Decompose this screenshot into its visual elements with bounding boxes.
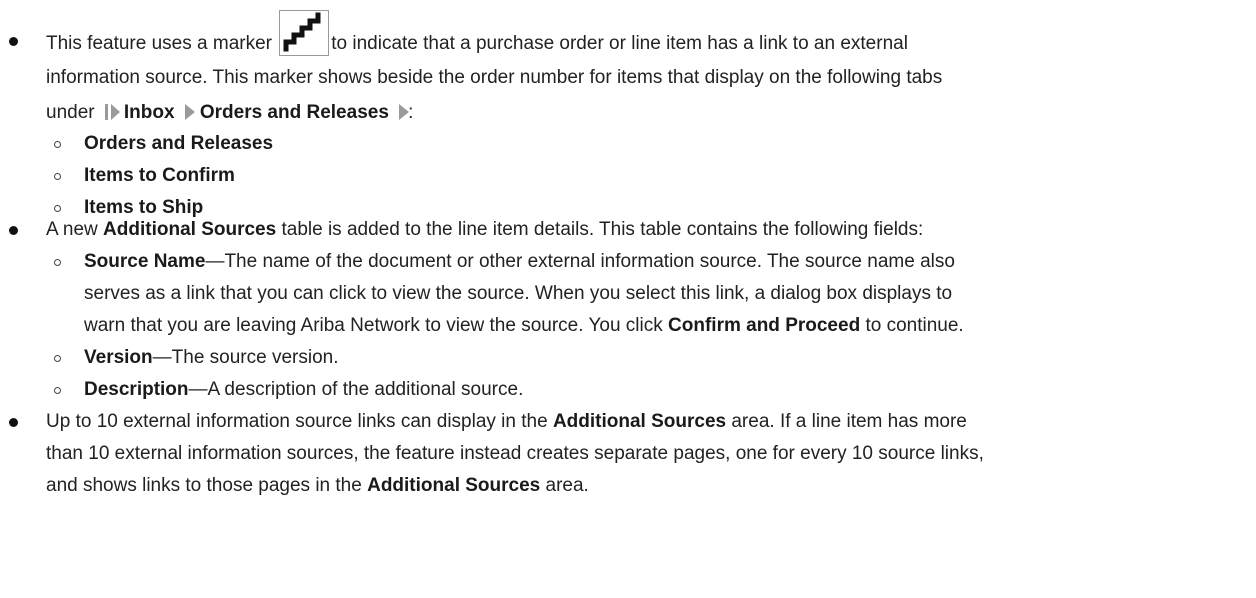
sub-item-description: Description—A description of the additio… — [0, 374, 1246, 406]
text: —The source version. — [152, 347, 339, 368]
bold-term: Additional Sources — [552, 411, 727, 432]
paragraph-line: Source Name—The name of the document or … — [84, 246, 1226, 278]
text: Up to 10 external information source lin… — [46, 411, 548, 432]
document-page: This feature uses a marker to indicate t… — [0, 0, 1256, 598]
text: —The name of the document or other exter… — [205, 251, 955, 272]
bullet-dot — [9, 418, 18, 427]
text: table is added to the line item details.… — [281, 219, 924, 240]
paragraph-line: A new Additional Sources table is added … — [46, 214, 1246, 246]
text: warn that you are leaving Ariba Network … — [84, 315, 663, 336]
field-name: Description — [84, 379, 189, 400]
text: to continue. — [865, 315, 964, 336]
paragraph-line: warn that you are leaving Ariba Network … — [84, 310, 1226, 342]
text: under — [46, 102, 95, 123]
sub-bullet — [54, 141, 61, 148]
nav-orders-releases-link[interactable]: Orders and Releases — [200, 102, 389, 123]
text: serves as a link that you can click to v… — [84, 283, 953, 304]
text: A new — [46, 219, 98, 240]
sub-bullet — [54, 355, 61, 362]
text: and shows links to those pages in the — [46, 475, 362, 496]
bullet-dot — [9, 37, 18, 46]
sub-item-source-name: Source Name—The name of the document or … — [0, 246, 1246, 342]
paragraph-line: This feature uses a marker to indicate t… — [46, 10, 1246, 60]
path-start-icon — [104, 100, 121, 120]
bullet-marker-feature: This feature uses a marker to indicate t… — [0, 10, 1256, 224]
sub-item-version: Version—The source version. — [0, 342, 1246, 374]
paragraph-line: Up to 10 external information source lin… — [46, 406, 1246, 438]
tab-name: Items to Confirm — [84, 165, 235, 186]
bold-term: Additional Sources — [367, 475, 541, 496]
tab-name: Orders and Releases — [84, 133, 274, 154]
text: area. — [545, 475, 589, 496]
bullet-additional-sources-table: A new Additional Sources table is added … — [0, 214, 1256, 406]
bullet-source-links-limit: Up to 10 external information source lin… — [0, 406, 1256, 502]
text: to indicate that a purchase order or lin… — [331, 33, 908, 54]
nav-inbox-link[interactable]: Inbox — [124, 102, 175, 123]
text: This feature uses a marker — [46, 33, 272, 54]
paragraph-line: under Inbox Orders and Releases : — [46, 97, 1246, 129]
path-separator-icon — [184, 100, 195, 120]
bullet-dot — [9, 226, 18, 235]
sub-bullet — [54, 173, 61, 180]
paragraph-line: and shows links to those pages in the Ad… — [46, 470, 1246, 502]
field-name: Version — [84, 347, 153, 368]
sub-bullet — [54, 259, 61, 266]
paragraph-line: serves as a link that you can click to v… — [84, 278, 1226, 310]
sub-item-orders-and-releases: Orders and Releases — [0, 128, 1246, 160]
sub-bullet — [54, 205, 61, 212]
field-name: Source Name — [84, 251, 206, 272]
text: —A description of the additional source. — [188, 379, 524, 400]
text: : — [408, 102, 414, 123]
text: area. If a line item has more — [731, 411, 967, 432]
staircase-marker-icon — [279, 10, 330, 56]
bold-term: Additional Sources — [103, 219, 277, 240]
paragraph-line: than 10 external information sources, th… — [46, 438, 1246, 470]
text: than 10 external information sources, th… — [46, 443, 984, 464]
button-reference: Confirm and Proceed — [668, 315, 861, 336]
sub-bullet — [54, 387, 61, 394]
sub-item-items-to-confirm: Items to Confirm — [0, 160, 1246, 192]
text: information source. This marker shows be… — [46, 67, 943, 88]
paragraph-line: information source. This marker shows be… — [46, 62, 1246, 94]
